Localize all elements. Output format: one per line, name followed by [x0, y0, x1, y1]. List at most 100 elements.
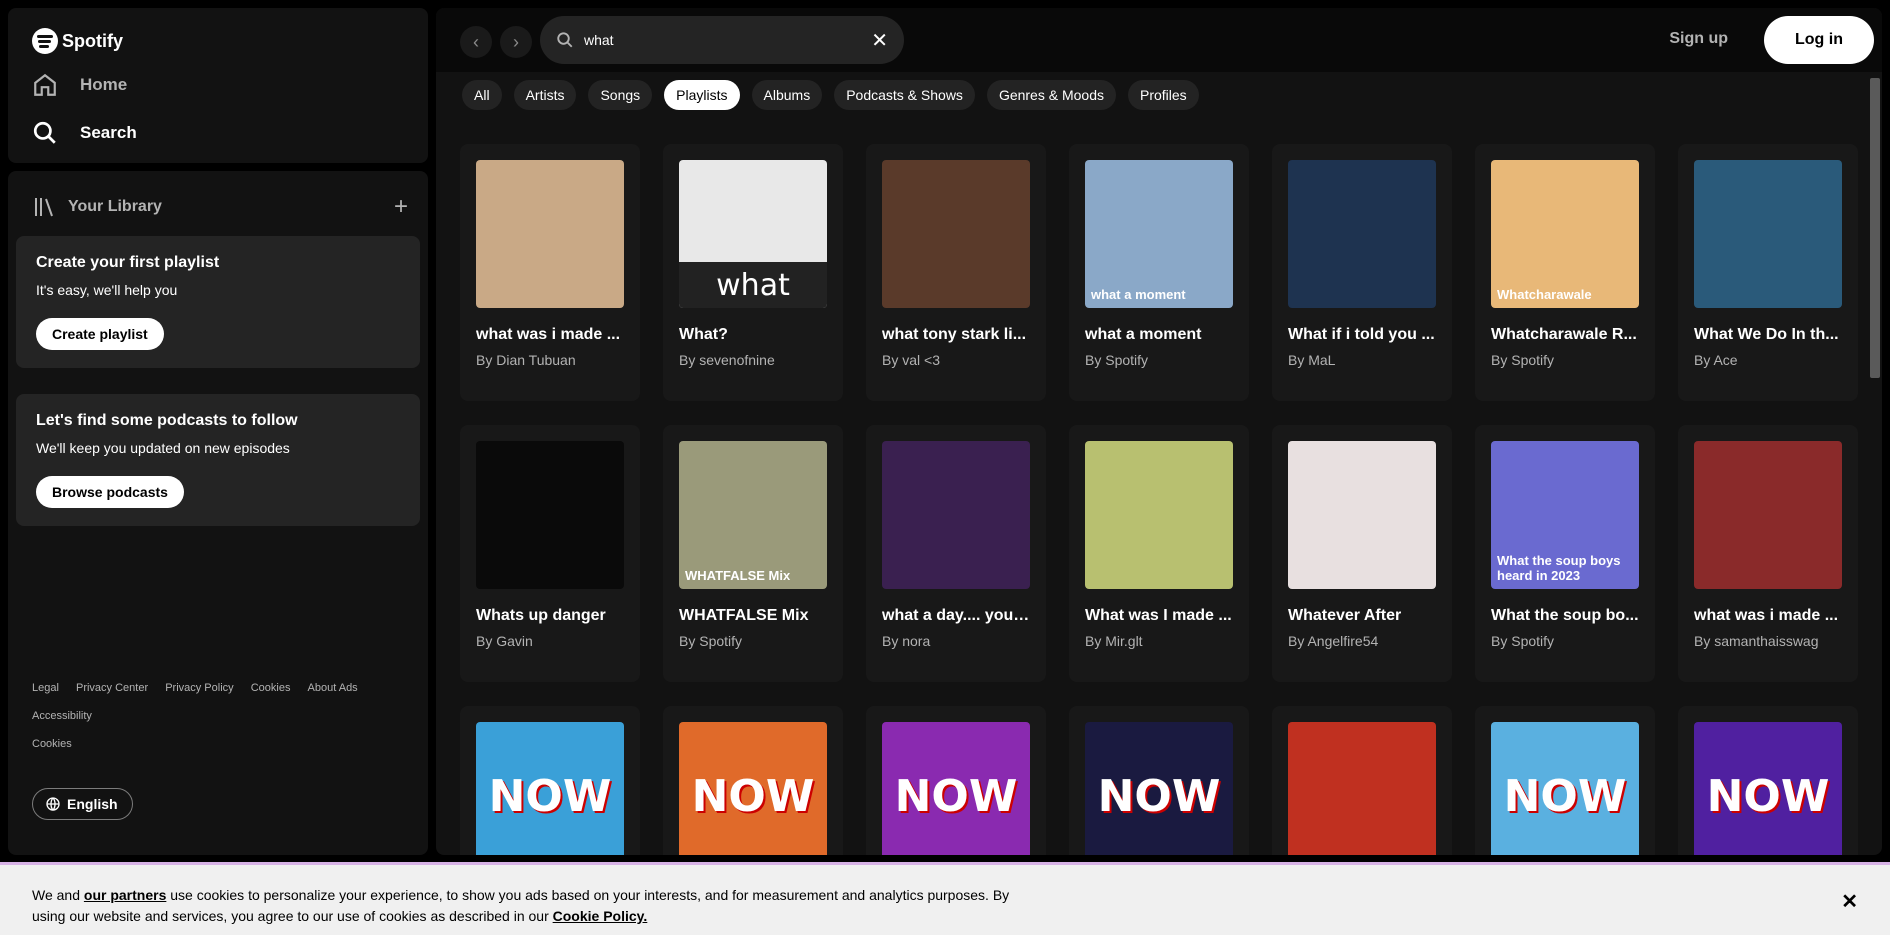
- playlist-card[interactable]: Whatcharawale Whatcharawale R... By Spotif…: [1475, 144, 1655, 401]
- spotify-logo[interactable]: Spotify: [32, 28, 123, 54]
- forward-button[interactable]: ›: [500, 26, 532, 58]
- playlist-owner: By sevenofnine: [679, 352, 775, 368]
- nav-search-label: Search: [80, 123, 137, 142]
- clear-search-icon[interactable]: ✕: [871, 28, 888, 53]
- playlist-card[interactable]: NOW: [866, 706, 1046, 855]
- back-button[interactable]: ‹: [460, 26, 492, 58]
- accessibility-link[interactable]: Accessibility: [32, 710, 92, 722]
- filter-all[interactable]: All: [462, 80, 502, 110]
- browse-podcasts-button[interactable]: Browse podcasts: [36, 476, 184, 508]
- playlist-card[interactable]: what What? By sevenofnine: [663, 144, 843, 401]
- cookie-banner: We and our partners use cookies to perso…: [0, 862, 1890, 935]
- playlist-title: WHATFALSE Mix: [679, 607, 809, 624]
- playlist-owner: By Spotify: [1491, 352, 1555, 368]
- filter-albums[interactable]: Albums: [751, 80, 823, 110]
- cookie-text-1: We and: [32, 887, 84, 903]
- nav-home[interactable]: Home: [32, 72, 127, 98]
- privacy-center-link[interactable]: Privacy Center: [76, 682, 148, 694]
- playlist-card[interactable]: WHATFALSE Mix WHATFALSE Mix By Spotify: [663, 425, 843, 682]
- playlist-cover: [1288, 722, 1436, 855]
- legal-link[interactable]: Legal: [32, 682, 59, 694]
- playlist-card[interactable]: NOW: [460, 706, 640, 855]
- home-icon: [34, 73, 56, 96]
- filter-chips: All Artists Songs Playlists Albums Podca…: [462, 80, 1199, 110]
- playlist-title: What was I made ...: [1085, 607, 1232, 624]
- library-title: Your Library: [68, 198, 162, 215]
- cover-now-text: NOW: [1503, 770, 1627, 822]
- playlist-cover: [1085, 441, 1233, 589]
- filter-artists[interactable]: Artists: [513, 80, 577, 110]
- playlist-cover: Whatcharawale: [1491, 160, 1639, 308]
- playlist-owner: By val <3: [882, 352, 940, 368]
- create-plus-icon[interactable]: +: [394, 195, 408, 219]
- filter-playlists[interactable]: Playlists: [664, 80, 740, 110]
- cover-text: What the soup boys heard in 2023: [1497, 553, 1621, 583]
- playlist-card[interactable]: Whats up danger By Gavin: [460, 425, 640, 682]
- filter-genres-moods[interactable]: Genres & Moods: [986, 80, 1116, 110]
- playlist-cover: What the soup boys heard in 2023: [1491, 441, 1639, 589]
- playlist-card[interactable]: what a day.... you ... By nora: [866, 425, 1046, 682]
- nav-home-label: Home: [80, 75, 128, 94]
- cookies-link[interactable]: Cookies: [251, 682, 291, 694]
- playlist-card[interactable]: NOW: [663, 706, 843, 855]
- playlist-owner: By Spotify: [679, 633, 743, 649]
- playlist-owner: By nora: [882, 633, 931, 649]
- scrollbar[interactable]: [1870, 78, 1880, 378]
- cookies-link-2[interactable]: Cookies: [32, 738, 72, 750]
- create-playlist-button[interactable]: Create playlist: [36, 318, 164, 350]
- search-input[interactable]: [584, 32, 862, 48]
- language-button[interactable]: English: [32, 788, 133, 820]
- playlist-cover: [1694, 160, 1842, 308]
- chevron-left-icon: ‹: [473, 31, 479, 52]
- library-toggle[interactable]: Your Library: [32, 195, 162, 219]
- playlist-cover: what a moment: [1085, 160, 1233, 308]
- playlist-card[interactable]: Whatever After By Angelfire54: [1272, 425, 1452, 682]
- playlist-owner: By samanthaisswag: [1694, 633, 1819, 649]
- playlist-cover: NOW: [1491, 722, 1639, 855]
- legal-links: Legal Privacy Center Privacy Policy Cook…: [32, 682, 412, 766]
- cookie-policy-link[interactable]: Cookie Policy.: [553, 908, 648, 924]
- playlist-cover: what: [679, 160, 827, 308]
- signup-button[interactable]: Sign up: [1669, 30, 1728, 48]
- search-box: ✕: [540, 16, 904, 64]
- playlist-owner: By Mir.glt: [1085, 633, 1143, 649]
- playlist-card[interactable]: What was I made ... By Mir.glt: [1069, 425, 1249, 682]
- playlist-title: Whatcharawale R...: [1491, 326, 1637, 343]
- playlist-card[interactable]: what was i made ... By Dian Tubuan: [460, 144, 640, 401]
- cover-now-text: NOW: [691, 770, 815, 822]
- library-header: Your Library +: [32, 191, 408, 223]
- playlist-cover: NOW: [1694, 722, 1842, 855]
- playlist-owner: By Gavin: [476, 633, 533, 649]
- playlist-cover: [476, 160, 624, 308]
- partners-link[interactable]: our partners: [84, 887, 166, 903]
- playlist-cover: [476, 441, 624, 589]
- playlist-card[interactable]: [1272, 706, 1452, 855]
- privacy-policy-link[interactable]: Privacy Policy: [165, 682, 233, 694]
- playlist-card[interactable]: what a moment what a moment By Spotify: [1069, 144, 1249, 401]
- filter-profiles[interactable]: Profiles: [1128, 80, 1199, 110]
- playlist-card[interactable]: What the soup boys heard in 2023 What the…: [1475, 425, 1655, 682]
- search-icon: [33, 121, 56, 144]
- promo-playlist-title: Create your first playlist: [36, 254, 220, 271]
- playlist-cover: [1694, 441, 1842, 589]
- playlist-card[interactable]: what tony stark li... By val <3: [866, 144, 1046, 401]
- playlist-card[interactable]: What We Do In th... By Ace: [1678, 144, 1858, 401]
- playlist-card[interactable]: NOW: [1475, 706, 1655, 855]
- filter-songs[interactable]: Songs: [588, 80, 653, 110]
- playlist-card[interactable]: NOW: [1678, 706, 1858, 855]
- playlist-title: Whats up danger: [476, 607, 606, 624]
- cover-text: what: [679, 262, 827, 308]
- playlist-title: Whatever After: [1288, 607, 1402, 624]
- playlist-card[interactable]: NOW: [1069, 706, 1249, 855]
- nav-search[interactable]: Search: [32, 120, 137, 146]
- close-cookie-icon[interactable]: ✕: [1841, 889, 1858, 914]
- login-button[interactable]: Log in: [1764, 16, 1874, 64]
- playlist-title: what tony stark li...: [882, 326, 1027, 343]
- filter-podcasts-shows[interactable]: Podcasts & Shows: [834, 80, 975, 110]
- playlist-cover: NOW: [679, 722, 827, 855]
- about-ads-link[interactable]: About Ads: [308, 682, 358, 694]
- playlist-card[interactable]: What if i told you ... By MaL: [1272, 144, 1452, 401]
- playlist-card[interactable]: what was i made ... By samanthaisswag: [1678, 425, 1858, 682]
- playlist-cover: [882, 441, 1030, 589]
- globe-icon: [46, 797, 60, 811]
